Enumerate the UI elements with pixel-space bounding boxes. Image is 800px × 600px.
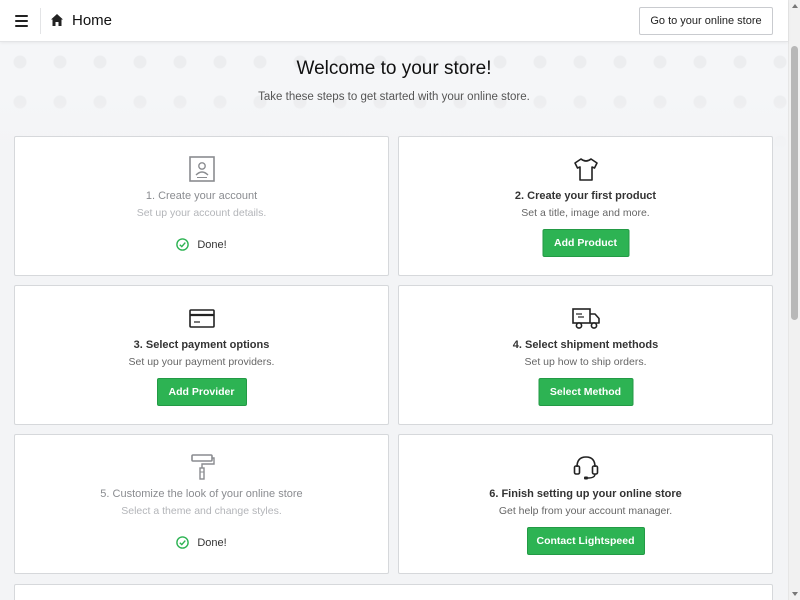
step-done-status: Done! — [15, 238, 388, 251]
check-circle-icon — [176, 536, 190, 549]
done-label: Done! — [197, 238, 227, 251]
step-title: 6. Finish setting up your online store — [489, 488, 682, 500]
scroll-up-arrow-icon[interactable] — [792, 4, 798, 8]
home-icon — [51, 14, 63, 26]
step-description: Select a theme and change styles. — [121, 505, 282, 517]
step-card-shipment-methods: 4. Select shipment methods Set up how to… — [398, 285, 773, 425]
scrollbar-thumb[interactable] — [791, 46, 798, 320]
top-bar: Home Go to your online store — [0, 0, 788, 42]
paint-roller-icon — [190, 454, 215, 480]
done-label: Done! — [197, 536, 227, 549]
hamburger-menu-icon[interactable] — [8, 8, 34, 34]
headset-icon — [573, 456, 598, 480]
check-circle-icon — [176, 238, 190, 251]
step-card-finish-setup: 6. Finish setting up your online store G… — [398, 434, 773, 574]
welcome-heading: Welcome to your store! — [296, 58, 492, 79]
step-title: 2. Create your first product — [514, 190, 657, 202]
step-description: Get help from your account manager. — [498, 505, 673, 517]
step-title: 4. Select shipment methods — [512, 339, 659, 351]
credit-card-icon — [188, 309, 215, 328]
account-card-icon — [188, 156, 215, 182]
step-description: Set up your payment providers. — [128, 356, 275, 368]
step-description: Set a title, image and more. — [521, 207, 650, 219]
step-card-create-product: 2. Create your first product Set a title… — [398, 136, 773, 276]
select-method-button[interactable]: Select Method — [538, 378, 633, 406]
step-card-customize-look: 5. Customize the look of your online sto… — [14, 434, 389, 574]
step-title: 3. Select payment options — [133, 339, 270, 351]
topbar-divider — [40, 8, 41, 34]
welcome-subtitle: Take these steps to get started with you… — [258, 91, 530, 103]
step-description: Set up your account details. — [136, 207, 267, 219]
step-done-status: Done! — [15, 536, 388, 549]
bottom-card — [14, 584, 773, 600]
add-product-button[interactable]: Add Product — [542, 229, 629, 257]
truck-icon — [571, 308, 600, 329]
page-title: Home — [72, 12, 113, 29]
step-card-payment-options: 3. Select payment options Set up your pa… — [14, 285, 389, 425]
add-provider-button[interactable]: Add Provider — [156, 378, 247, 406]
step-title: 5. Customize the look of your online sto… — [100, 488, 303, 500]
go-to-online-store-button[interactable]: Go to your online store — [639, 7, 773, 35]
step-title: 1. Create your account — [145, 190, 258, 202]
scroll-down-arrow-icon[interactable] — [792, 592, 798, 596]
step-description: Set up how to ship orders. — [524, 356, 647, 368]
vertical-scrollbar[interactable] — [788, 0, 800, 600]
tshirt-icon — [573, 158, 598, 181]
step-card-create-account: 1. Create your account Set up your accou… — [14, 136, 389, 276]
contact-lightspeed-button[interactable]: Contact Lightspeed — [526, 527, 645, 555]
